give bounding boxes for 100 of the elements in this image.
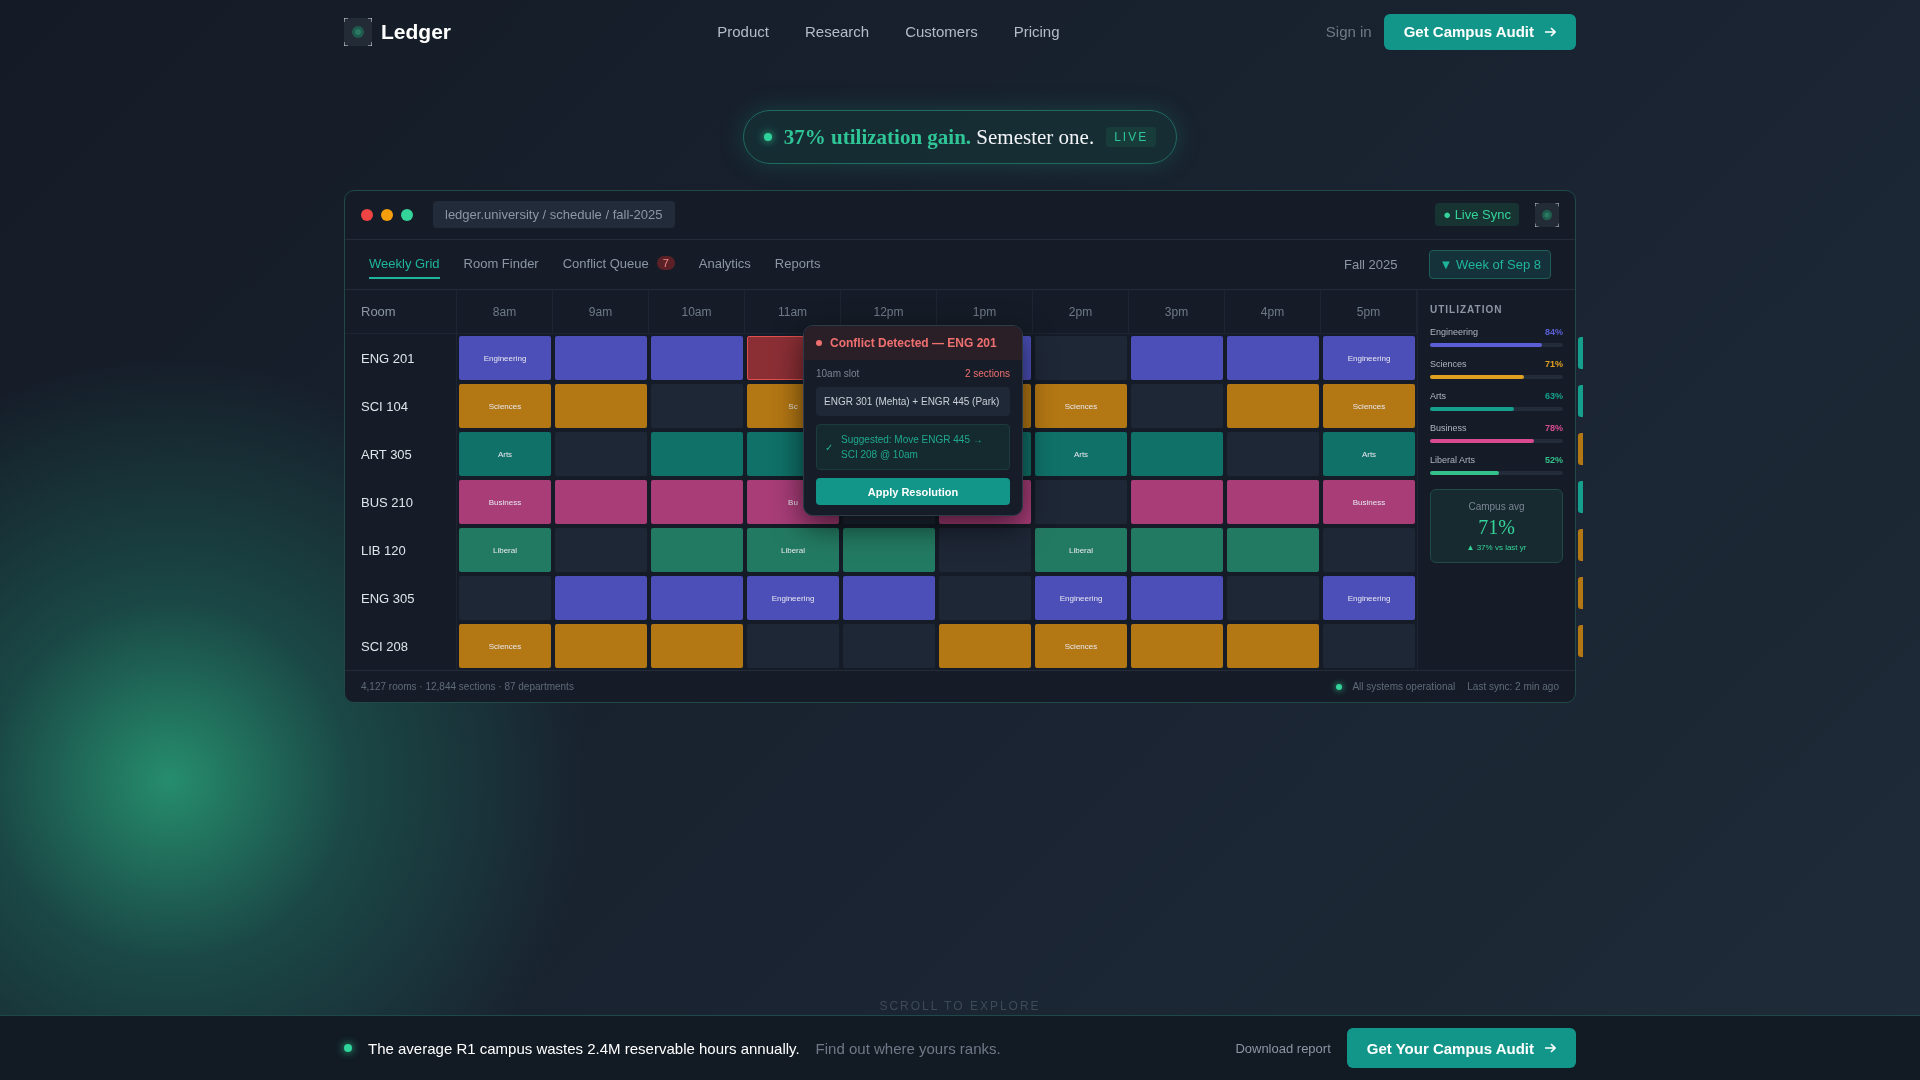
- class-block[interactable]: Engineering: [747, 576, 839, 621]
- cta-button[interactable]: Get Campus Audit: [1383, 13, 1576, 50]
- class-block[interactable]: [651, 432, 743, 477]
- logo-icon: [344, 17, 372, 46]
- class-block[interactable]: Sciences: [459, 624, 551, 669]
- room-name: ART 305: [345, 430, 457, 479]
- nav-link[interactable]: Customers: [905, 23, 978, 40]
- column-header: 8am: [457, 290, 553, 335]
- tab[interactable]: Analytics: [698, 249, 751, 279]
- section-count: 2 sections: [964, 368, 1010, 380]
- status-dot: [344, 1044, 352, 1052]
- room-name: LIB 120: [345, 526, 457, 575]
- summary-label: Campus avg: [1468, 500, 1525, 512]
- class-block[interactable]: [651, 576, 743, 621]
- class-block[interactable]: Sciences: [459, 384, 551, 429]
- class-block[interactable]: Arts: [1035, 432, 1127, 477]
- class-block[interactable]: [555, 624, 647, 669]
- category-name: Sciences: [1430, 359, 1467, 370]
- class-block[interactable]: [1227, 480, 1319, 525]
- category-name: Business: [1430, 423, 1467, 434]
- class-block[interactable]: Arts: [459, 432, 551, 477]
- class-block[interactable]: [651, 336, 743, 381]
- class-block[interactable]: [555, 336, 647, 381]
- room-name: ENG 201: [345, 334, 457, 383]
- class-block[interactable]: [1131, 576, 1223, 621]
- stats-text: 4,127 rooms · 12,844 sections · 87 departments: [361, 681, 574, 693]
- class-block[interactable]: Liberal: [747, 528, 839, 573]
- slot-label: 10am slot: [816, 368, 860, 380]
- class-block[interactable]: Arts: [1323, 432, 1415, 477]
- address-bar: ledger.university / schedule / fall-2025: [433, 201, 675, 229]
- class-block[interactable]: [1227, 336, 1319, 381]
- alert-dot: [816, 340, 822, 347]
- room-name: BUS 210: [345, 478, 457, 527]
- class-block[interactable]: [1227, 384, 1319, 429]
- percent-value: 63%: [1545, 391, 1563, 402]
- class-block[interactable]: [555, 480, 647, 525]
- class-block[interactable]: Engineering: [1323, 336, 1415, 381]
- sign-in-link[interactable]: Sign in: [1325, 23, 1372, 40]
- panel-heading: UTILIZATION: [1430, 304, 1504, 316]
- class-block[interactable]: Sciences: [1323, 384, 1415, 429]
- live-tag: LIVE: [1106, 127, 1157, 147]
- tab[interactable]: Room Finder: [463, 249, 539, 279]
- class-block[interactable]: [1131, 432, 1223, 477]
- class-block[interactable]: Sciences: [1035, 384, 1127, 429]
- class-block[interactable]: [651, 624, 743, 669]
- class-block[interactable]: Engineering: [1035, 576, 1127, 621]
- close-dot[interactable]: [361, 208, 373, 221]
- class-block[interactable]: [1131, 480, 1223, 525]
- class-block[interactable]: [651, 528, 743, 573]
- class-block[interactable]: [843, 576, 935, 621]
- column-header: 5pm: [1321, 290, 1417, 335]
- cta-button[interactable]: Get Your Campus Audit: [1346, 1028, 1576, 1068]
- maximize-dot[interactable]: [401, 208, 413, 221]
- column-header: 2pm: [1033, 290, 1129, 335]
- conflict-sections: ENGR 301 (Mehta) + ENGR 445 (Park): [816, 387, 1010, 417]
- statement-text: The average R1 campus wastes 2.4M reservable hours annually.: [368, 1039, 800, 1057]
- category-name: Liberal Arts: [1430, 455, 1476, 466]
- arrow-icon: [1544, 25, 1556, 38]
- minimize-dot[interactable]: [381, 208, 393, 221]
- week-dropdown[interactable]: ▼ Week of Sep 8: [1429, 249, 1551, 279]
- class-block[interactable]: Business: [459, 480, 551, 525]
- live-sync-badge: ● Live Sync: [1435, 203, 1519, 227]
- tab[interactable]: Weekly Grid: [369, 249, 440, 279]
- class-block[interactable]: Sciences: [1035, 624, 1127, 669]
- arrow-icon: [1544, 1042, 1556, 1054]
- class-block[interactable]: [843, 528, 935, 573]
- percent-value: 52%: [1545, 455, 1563, 466]
- class-block[interactable]: Engineering: [1323, 576, 1415, 621]
- column-header: 4pm: [1225, 290, 1321, 335]
- class-block[interactable]: [555, 384, 647, 429]
- tab[interactable]: Reports: [774, 249, 821, 279]
- nav-link[interactable]: Pricing: [1013, 23, 1060, 40]
- class-block[interactable]: Liberal: [1035, 528, 1127, 573]
- class-block[interactable]: [1227, 528, 1319, 573]
- summary-value: 71%: [1478, 515, 1515, 539]
- download-link[interactable]: Download report: [1235, 1040, 1331, 1056]
- class-block[interactable]: [555, 576, 647, 621]
- room-name: SCI 208: [345, 622, 457, 671]
- nav-link[interactable]: Product: [717, 23, 769, 40]
- status-text: All systems operational: [1352, 681, 1456, 693]
- tab[interactable]: Conflict Queue 7: [562, 249, 675, 279]
- class-block[interactable]: Business: [1323, 480, 1415, 525]
- class-block[interactable]: Engineering: [459, 336, 551, 381]
- avatar-icon: [1535, 202, 1559, 227]
- class-block[interactable]: [1227, 624, 1319, 669]
- class-block[interactable]: [1131, 624, 1223, 669]
- class-block[interactable]: [939, 624, 1031, 669]
- apply-button[interactable]: Apply Resolution: [816, 478, 1010, 506]
- column-header: Room: [345, 290, 457, 335]
- category-name: Arts: [1430, 391, 1446, 402]
- class-block[interactable]: [1131, 528, 1223, 573]
- percent-value: 78%: [1545, 423, 1563, 434]
- class-block[interactable]: [651, 480, 743, 525]
- column-header: 3pm: [1129, 290, 1225, 335]
- check-mark: ✓: [825, 441, 833, 453]
- nav-link[interactable]: Research: [804, 23, 870, 40]
- popup-title: Conflict Detected — ENG 201: [830, 336, 997, 351]
- class-block[interactable]: Liberal: [459, 528, 551, 573]
- class-block[interactable]: [1131, 336, 1223, 381]
- change-text: ▲ 37% vs last yr: [1466, 542, 1527, 552]
